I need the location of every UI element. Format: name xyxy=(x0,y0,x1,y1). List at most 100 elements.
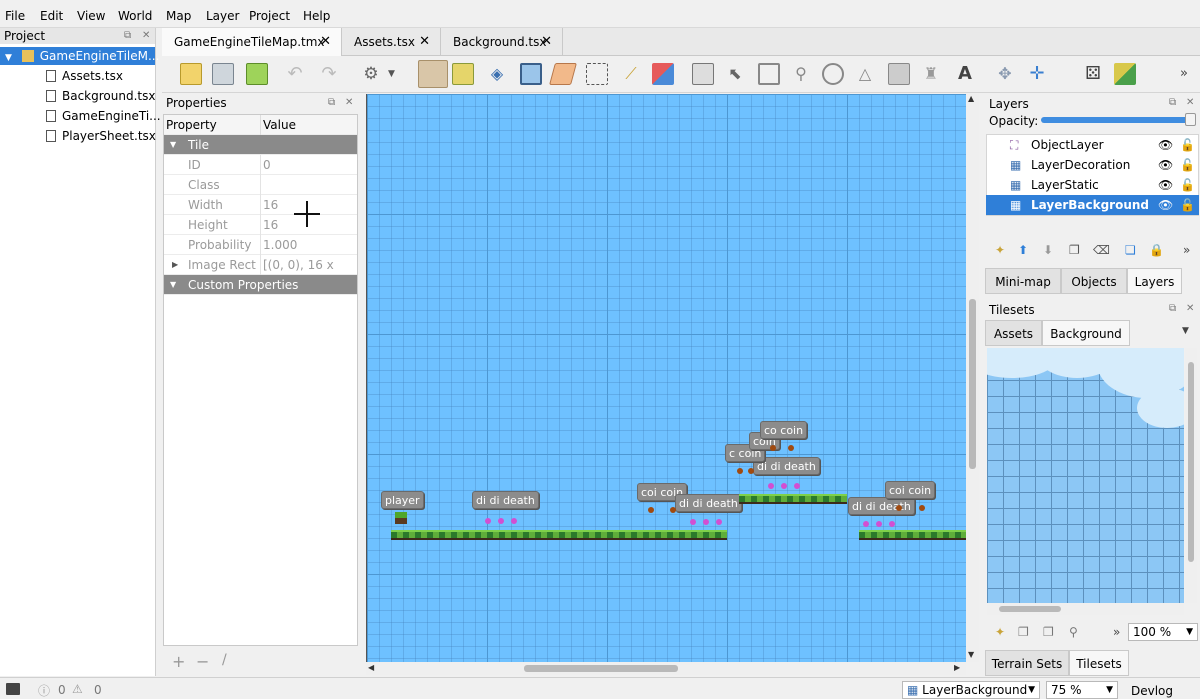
tileset-vertical-scrollbar[interactable] xyxy=(1185,348,1197,603)
random-mode-icon[interactable]: ⚄ xyxy=(1082,63,1104,85)
map-vertical-scrollbar[interactable]: ▲ ▼ xyxy=(966,94,979,662)
edit-polygons-icon[interactable]: ⬉ xyxy=(724,63,746,85)
collapse-arrow-icon[interactable]: ▼ xyxy=(5,53,12,63)
tab-layers[interactable]: Layers xyxy=(1127,268,1182,294)
project-file-assets[interactable]: Assets.tsx xyxy=(46,67,123,85)
tileset-vertical-scroll-thumb[interactable] xyxy=(1188,362,1194,562)
tileset-overflow-icon[interactable]: » xyxy=(1113,625,1120,639)
scroll-right-icon[interactable]: ▶ xyxy=(954,663,960,672)
rename-property-button[interactable]: / xyxy=(222,652,227,668)
object-label-coin[interactable]: co coin xyxy=(760,421,808,439)
project-file-background[interactable]: Background.tsx xyxy=(46,87,155,105)
map-canvas[interactable]: player di di death coi coin di di death … xyxy=(366,94,966,662)
property-row[interactable]: Probability 1.000 xyxy=(164,235,357,255)
eye-icon[interactable]: 👁 xyxy=(1158,155,1173,175)
property-row[interactable]: Height 16 xyxy=(164,215,357,235)
insert-point-icon[interactable]: ⚲ xyxy=(790,63,812,85)
eye-icon[interactable]: 👁 xyxy=(1158,195,1173,215)
embed-tileset-icon[interactable]: ❐ xyxy=(1018,625,1029,639)
redo-icon[interactable]: ↷ xyxy=(318,63,340,85)
close-tab-icon[interactable]: ✕ xyxy=(320,28,331,56)
tab-tilesets[interactable]: Tilesets xyxy=(1069,650,1129,676)
float-icon[interactable]: ⧉ xyxy=(1169,97,1176,108)
menu-file[interactable]: File xyxy=(5,9,25,23)
chevron-down-icon[interactable]: ▼ xyxy=(1028,682,1035,698)
property-row[interactable]: ID 0 xyxy=(164,155,357,175)
terrain-brush-icon[interactable] xyxy=(452,63,474,85)
close-tab-icon[interactable]: ✕ xyxy=(419,28,430,56)
layers-overflow-icon[interactable]: » xyxy=(1183,243,1190,257)
insert-polygon-icon[interactable]: △ xyxy=(854,63,876,85)
warning-icon[interactable]: ⚠ xyxy=(72,682,83,696)
devlog-button[interactable]: Devlog xyxy=(1131,684,1173,698)
tileset-menu-chevron-icon[interactable]: ▼ xyxy=(1182,326,1189,336)
tab-background[interactable]: Background.tsx ✕ xyxy=(441,28,563,56)
lock-icon[interactable]: 🔓 xyxy=(1180,135,1195,155)
lower-layer-icon[interactable]: ⬇ xyxy=(1043,243,1053,257)
float-icon[interactable]: ⧉ xyxy=(124,28,131,44)
menu-project[interactable]: Project xyxy=(249,9,290,23)
tileset-horizontal-scroll-thumb[interactable] xyxy=(999,606,1061,612)
insert-ellipse-icon[interactable] xyxy=(822,63,844,85)
scroll-up-icon[interactable]: ▲ xyxy=(968,94,974,103)
edit-tileset-icon[interactable]: ⚲ xyxy=(1069,625,1078,639)
tileset-tab-background[interactable]: Background xyxy=(1042,320,1130,346)
bucket-fill-icon[interactable]: ◈ xyxy=(486,63,508,85)
float-icon[interactable]: ⧉ xyxy=(1169,303,1176,314)
property-row[interactable]: ▶ Image Rect[(0, 0), 16 x 16] xyxy=(164,255,357,292)
insert-rectangle-icon[interactable] xyxy=(758,63,780,85)
tab-mini-map[interactable]: Mini-map xyxy=(985,268,1061,294)
object-label-death[interactable]: di di death xyxy=(675,494,742,512)
rect-select-icon[interactable] xyxy=(586,63,608,85)
shape-fill-icon[interactable] xyxy=(520,63,542,85)
scroll-down-icon[interactable]: ▼ xyxy=(968,650,974,659)
toolbar-overflow-icon[interactable]: » xyxy=(1180,63,1200,85)
opacity-slider[interactable] xyxy=(1041,117,1193,123)
export-tileset-icon[interactable]: ❐ xyxy=(1043,625,1054,639)
eye-icon[interactable]: 👁 xyxy=(1158,135,1173,155)
map-horizontal-scrollbar[interactable]: ◀ ▶ xyxy=(366,662,966,675)
project-file-playersheet[interactable]: PlayerSheet.tsx xyxy=(46,127,156,145)
tab-objects[interactable]: Objects xyxy=(1061,268,1127,294)
undo-icon[interactable]: ↶ xyxy=(284,63,306,85)
tileset-horizontal-scrollbar[interactable] xyxy=(987,603,1184,615)
tileset-view[interactable] xyxy=(987,348,1184,603)
tab-gameenginetilemap[interactable]: GameEngineTileMap.tmx ✕ xyxy=(162,28,342,56)
object-label-coin[interactable]: coi coin xyxy=(885,481,936,499)
menu-view[interactable]: View xyxy=(77,9,105,23)
vertical-scroll-thumb[interactable] xyxy=(969,299,976,469)
new-layer-icon[interactable]: ✦ xyxy=(995,243,1005,257)
lock-icon[interactable]: 🔓 xyxy=(1180,175,1195,195)
insert-text-icon[interactable]: A xyxy=(954,63,976,85)
tileset-zoom-select[interactable]: 100 % ▼ xyxy=(1128,623,1198,641)
property-row[interactable]: Class xyxy=(164,175,357,195)
close-icon[interactable]: ✕ xyxy=(345,94,353,112)
opacity-slider-handle[interactable] xyxy=(1185,113,1196,126)
close-tab-icon[interactable]: ✕ xyxy=(541,28,552,56)
menu-layer[interactable]: Layer xyxy=(206,9,239,23)
flip-icon[interactable]: ✥ xyxy=(994,63,1016,85)
collapse-arrow-icon[interactable]: ▼ xyxy=(170,275,176,295)
select-objects-icon[interactable] xyxy=(692,63,714,85)
horizontal-scroll-thumb[interactable] xyxy=(524,665,678,672)
object-label-player[interactable]: player xyxy=(381,491,424,509)
error-icon[interactable]: ⓘ xyxy=(38,682,50,699)
collapse-arrow-icon[interactable]: ▼ xyxy=(170,135,176,155)
insert-tile-icon[interactable] xyxy=(888,63,910,85)
menu-edit[interactable]: Edit xyxy=(40,9,63,23)
layer-layerstatic[interactable]: ▦ LayerStatic 👁 🔓 xyxy=(986,175,1199,195)
open-file-icon[interactable] xyxy=(212,63,234,85)
show-hide-others-icon[interactable]: ❏ xyxy=(1125,243,1136,257)
chevron-down-icon[interactable]: ▼ xyxy=(1186,624,1193,640)
tab-terrain-sets[interactable]: Terrain Sets xyxy=(985,650,1069,676)
magic-wand-icon[interactable]: ⟋ xyxy=(620,63,642,85)
delete-layer-icon[interactable]: ⌫ xyxy=(1093,243,1110,257)
eye-icon[interactable]: 👁 xyxy=(1158,175,1173,195)
layer-layerbackground[interactable]: ▦ LayerBackground 👁 🔓 xyxy=(986,195,1199,215)
tab-assets[interactable]: Assets.tsx ✕ xyxy=(342,28,441,56)
current-layer-select[interactable]: ▦ LayerBackground ▼ xyxy=(902,681,1040,699)
insert-template-icon[interactable]: ♜ xyxy=(920,63,942,85)
add-property-button[interactable]: + xyxy=(172,652,185,671)
menu-map[interactable]: Map xyxy=(166,9,191,23)
float-icon[interactable]: ⧉ xyxy=(328,94,335,112)
